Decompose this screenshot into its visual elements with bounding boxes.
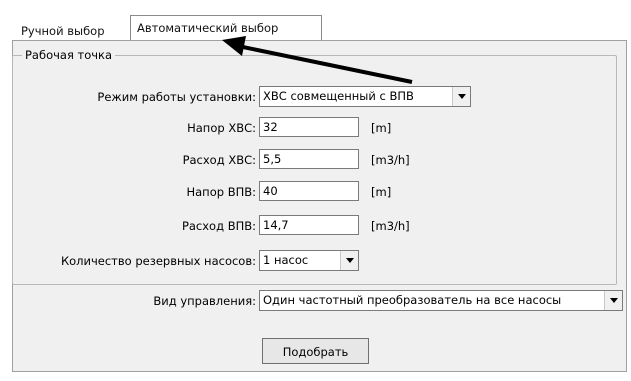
flow-hws-label: Расход ХВС: [182, 153, 256, 167]
flow-fire-label: Расход ВПВ: [181, 219, 256, 233]
flow-hws-field[interactable] [259, 149, 359, 169]
mode-select[interactable]: ХВС совмещенный с ВПВ [259, 86, 471, 107]
reserve-pumps-select[interactable]: 1 насос [259, 250, 359, 271]
tab-auto-selection[interactable]: Автоматический выбор [130, 15, 322, 42]
flow-fire-unit: [m3/h] [371, 219, 410, 233]
control-type-label: Вид управления: [153, 294, 256, 308]
head-hws-field[interactable] [259, 117, 359, 137]
control-type-value: Один частотный преобразователь на все на… [263, 293, 562, 307]
select-button[interactable]: Подобрать [262, 338, 369, 364]
control-type-select[interactable]: Один частотный преобразователь на все на… [259, 290, 623, 311]
head-fire-field[interactable] [259, 181, 359, 201]
flow-fire-field[interactable] [259, 215, 359, 235]
mode-label: Режим работы установки: [97, 90, 256, 104]
mode-select-value: ХВС совмещенный с ВПВ [263, 89, 414, 103]
head-hws-label: Напор ХВС: [187, 121, 256, 135]
chevron-down-icon[interactable] [452, 87, 470, 106]
chevron-down-icon[interactable] [604, 291, 622, 310]
head-fire-label: Напор ВПВ: [186, 185, 256, 199]
chevron-down-icon[interactable] [340, 251, 358, 270]
dialog-window: Ручной выбор Автоматический выбор Рабоча… [0, 0, 631, 381]
flow-hws-unit: [m3/h] [371, 153, 410, 167]
group-title: Рабочая точка [22, 48, 116, 62]
reserve-pumps-value: 1 насос [263, 253, 309, 267]
reserve-pumps-label: Количество резервных насосов: [60, 254, 256, 268]
head-fire-unit: [m] [371, 185, 392, 199]
head-hws-unit: [m] [371, 121, 392, 135]
